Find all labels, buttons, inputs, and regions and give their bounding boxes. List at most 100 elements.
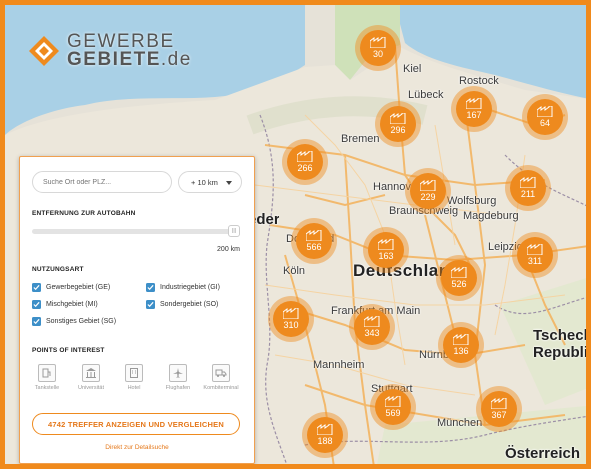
hotel-icon: [125, 364, 143, 382]
cluster-count: 266: [297, 163, 313, 173]
cluster-marker[interactable]: 296: [375, 101, 421, 147]
cluster-marker[interactable]: 566: [291, 218, 337, 264]
logo[interactable]: GEWERBE GEBIETE.de: [27, 32, 192, 70]
cluster-count: 188: [317, 436, 333, 446]
autobahn-slider-handle[interactable]: |||: [228, 225, 240, 237]
poi-tankstelle[interactable]: Tankstelle: [27, 364, 67, 391]
radius-value: + 10 km: [191, 177, 218, 187]
city-label-kiel: Kiel: [403, 63, 422, 75]
checkbox-label: Industriegebiet (GI): [160, 284, 220, 291]
checkbox-checked-icon: [146, 300, 155, 309]
checkbox-label: Gewerbegebiet (GE): [46, 284, 111, 291]
poi-kombiterminal[interactable]: Kombiterminal: [201, 364, 241, 391]
autobahn-section-title: ENTFERNUNG ZUR AUTOBAHN: [32, 210, 136, 217]
autobahn-slider-value: 200 km: [217, 246, 240, 253]
checkbox-gewerbegebiet[interactable]: Gewerbegebiet (GE): [32, 283, 110, 292]
cluster-count: 136: [453, 346, 469, 356]
cluster-marker[interactable]: 569: [370, 384, 416, 430]
airport-icon: [169, 364, 187, 382]
factory-icon: [385, 396, 401, 407]
cluster-marker[interactable]: 136: [438, 322, 484, 368]
factory-icon: [297, 151, 313, 162]
checkbox-label: Sonstiges Gebiet (SG): [46, 318, 117, 325]
gas-station-icon: [38, 364, 56, 382]
city-label-luebeck: Lübeck: [408, 89, 444, 101]
cluster-count: 566: [306, 242, 322, 252]
factory-icon: [491, 398, 507, 409]
poi-label: Hotel: [127, 385, 141, 391]
cluster-count: 367: [491, 410, 507, 420]
country-label-oesterreich: Österreich: [505, 445, 581, 462]
cluster-marker[interactable]: 367: [476, 386, 522, 432]
cluster-count: 569: [385, 408, 401, 418]
truck-icon: [212, 364, 230, 382]
nutzungsart-section-title: NUTZUNGSART: [32, 266, 84, 273]
poi-universitaet[interactable]: Universität: [71, 364, 111, 391]
cluster-count: 30: [372, 49, 383, 59]
search-input[interactable]: [32, 171, 172, 193]
cluster-marker[interactable]: 343: [349, 304, 395, 350]
cluster-marker[interactable]: 64: [522, 94, 568, 140]
poi-label: Universität: [78, 385, 104, 391]
poi-flughafen[interactable]: Flughafen: [158, 364, 198, 391]
logo-icon: [29, 36, 59, 66]
logo-line2: GEBIETE: [67, 49, 161, 70]
factory-icon: [317, 424, 333, 435]
chevron-down-icon: [226, 181, 232, 185]
cluster-count: 296: [390, 125, 406, 135]
cluster-count: 64: [539, 118, 550, 128]
radius-select[interactable]: + 10 km: [178, 171, 242, 193]
cluster-marker[interactable]: 310: [268, 296, 314, 342]
cluster-count: 229: [420, 192, 436, 202]
cluster-marker[interactable]: 163: [363, 227, 409, 273]
autobahn-slider-track[interactable]: [32, 229, 238, 234]
cluster-marker[interactable]: 167: [451, 86, 497, 132]
factory-icon: [453, 334, 469, 345]
factory-icon: [537, 106, 553, 117]
cluster-count: 311: [527, 256, 543, 266]
checkbox-industriegebiet[interactable]: Industriegebiet (GI): [146, 283, 220, 292]
university-icon: [82, 364, 100, 382]
factory-icon: [306, 230, 322, 241]
cluster-marker[interactable]: 526: [436, 255, 482, 301]
poi-section-title: POINTS OF INTEREST: [32, 347, 105, 354]
cluster-count: 310: [283, 320, 299, 330]
checkbox-sondergebiet[interactable]: Sondergebiet (SO): [146, 300, 218, 309]
city-label-bremen: Bremen: [341, 133, 380, 145]
checkbox-checked-icon: [32, 317, 41, 326]
cluster-count: 167: [466, 110, 482, 120]
city-label-magdeburg: Magdeburg: [463, 210, 519, 222]
cluster-marker[interactable]: 311: [512, 232, 558, 278]
checkbox-checked-icon: [32, 283, 41, 292]
factory-icon: [364, 316, 380, 327]
app-frame: Rostock Lübeck Bremen Hannover Wolfsburg…: [0, 0, 591, 469]
factory-icon: [283, 308, 299, 319]
cluster-marker[interactable]: 266: [282, 139, 328, 185]
factory-icon: [390, 113, 406, 124]
cluster-marker[interactable]: 229: [405, 168, 451, 214]
factory-icon: [420, 180, 436, 191]
logo-tld: .de: [160, 49, 192, 70]
cluster-count: 343: [364, 328, 380, 338]
country-label-tschechien: Tschechische Republik: [533, 327, 591, 361]
checkbox-label: Sondergebiet (SO): [160, 301, 219, 308]
checkbox-sonstiges[interactable]: Sonstiges Gebiet (SG): [32, 317, 116, 326]
city-label-rostock: Rostock: [459, 75, 499, 87]
factory-icon: [370, 37, 386, 48]
checkbox-mischgebiet[interactable]: Mischgebiet (MI): [32, 300, 98, 309]
factory-icon: [466, 98, 482, 109]
checkbox-checked-icon: [146, 283, 155, 292]
checkbox-label: Mischgebiet (MI): [46, 301, 98, 308]
city-label-mannheim: Mannheim: [313, 359, 365, 371]
poi-label: Tankstelle: [34, 385, 60, 391]
show-results-button[interactable]: 4742 TREFFER ANZEIGEN UND VERGLEICHEN: [32, 413, 240, 435]
poi-hotel[interactable]: Hotel: [114, 364, 154, 391]
cluster-marker[interactable]: 188: [302, 412, 348, 458]
factory-icon: [527, 244, 543, 255]
cluster-count: 526: [451, 279, 467, 289]
poi-label: Kombiterminal: [203, 385, 239, 391]
cluster-marker[interactable]: 30: [355, 25, 401, 71]
cluster-count: 211: [520, 189, 536, 199]
detail-search-link[interactable]: Direkt zur Detailsuche: [20, 444, 254, 451]
cluster-marker[interactable]: 211: [505, 165, 551, 211]
